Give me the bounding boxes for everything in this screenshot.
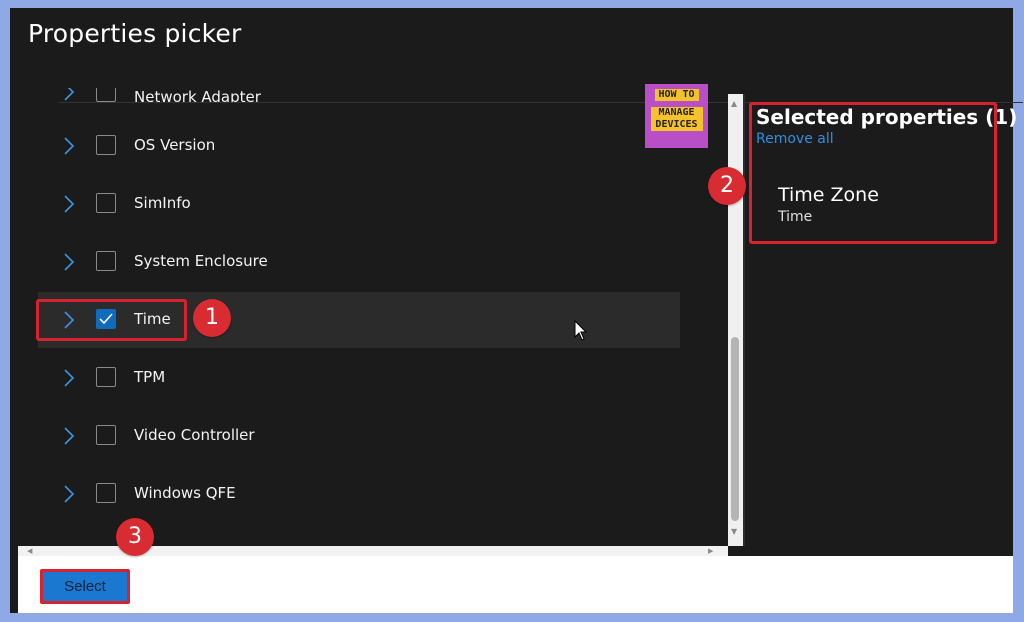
checkbox[interactable] — [96, 193, 116, 213]
step-marker-1: 1 — [193, 299, 231, 337]
list-item-system-enclosure[interactable]: System Enclosure — [38, 234, 680, 290]
highlight-box-time — [36, 299, 187, 341]
scroll-right-icon[interactable]: ▶ — [708, 547, 713, 555]
scroll-up-icon[interactable]: ▲ — [731, 100, 737, 108]
logo-text: HOW TO — [654, 89, 699, 101]
highlight-box-selected — [749, 102, 997, 244]
select-button[interactable]: Select — [40, 569, 130, 604]
checkbox[interactable] — [96, 367, 116, 387]
step-marker-2: 2 — [708, 167, 746, 205]
chevron-right-icon[interactable] — [62, 194, 76, 214]
scroll-down-icon[interactable]: ▼ — [731, 528, 737, 536]
list-item-tpm[interactable]: TPM — [38, 350, 680, 406]
list-item-label: System Enclosure — [134, 252, 268, 270]
list-item-label: OS Version — [134, 136, 216, 154]
list-item-label: Windows QFE — [134, 484, 236, 502]
panel-divider — [743, 94, 745, 546]
list-item-siminfo[interactable]: SimInfo — [38, 176, 680, 232]
footer-bar — [18, 556, 1013, 613]
list-item-windows-qfe[interactable]: Windows QFE — [38, 466, 680, 522]
vertical-scrollbar[interactable]: ▲ ▼ — [728, 94, 743, 546]
chevron-right-icon[interactable] — [62, 252, 76, 272]
checkbox[interactable] — [96, 135, 116, 155]
list-item-label: TPM — [134, 368, 166, 386]
scrollbar-thumb[interactable] — [731, 337, 739, 521]
checkbox[interactable] — [96, 425, 116, 445]
chevron-right-icon[interactable] — [62, 426, 76, 446]
properties-list: OS Version SimInfo System Enclosure Time… — [38, 8, 680, 560]
checkbox[interactable] — [96, 483, 116, 503]
list-item-label: SimInfo — [134, 194, 191, 212]
list-item-video-controller[interactable]: Video Controller — [38, 408, 680, 464]
scroll-left-icon[interactable]: ◀ — [27, 547, 32, 555]
how-to-manage-devices-logo: HOW TO MANAGE DEVICES — [645, 84, 708, 148]
chevron-right-icon[interactable] — [62, 136, 76, 156]
mouse-cursor-icon — [574, 320, 588, 341]
logo-text: DEVICES — [650, 119, 703, 131]
chevron-right-icon[interactable] — [62, 368, 76, 388]
list-item-os-version[interactable]: OS Version — [38, 118, 680, 174]
logo-text: MANAGE — [650, 107, 703, 119]
chevron-right-icon[interactable] — [62, 484, 76, 504]
list-item-label: Video Controller — [134, 426, 255, 444]
step-marker-3: 3 — [116, 518, 154, 556]
checkbox[interactable] — [96, 251, 116, 271]
